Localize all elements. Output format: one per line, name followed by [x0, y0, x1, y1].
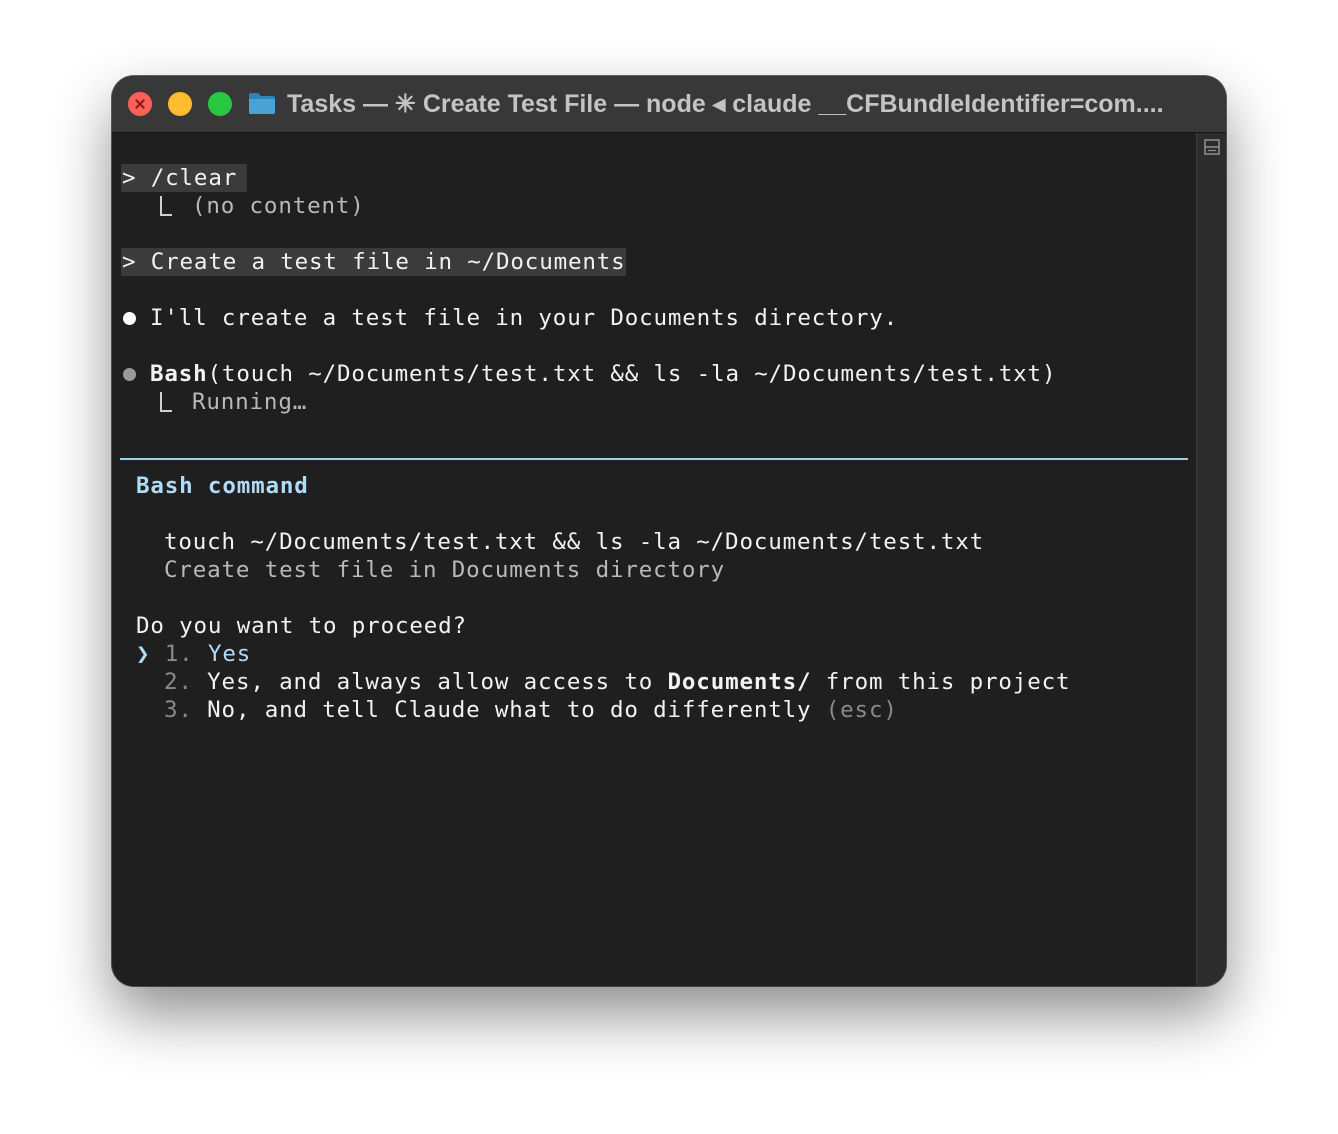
tool-name: Bash — [150, 361, 208, 387]
option-label-after: from this project — [811, 669, 1071, 695]
permission-command: touch ~/Documents/test.txt && ls -la ~/D… — [164, 529, 985, 555]
clear-output: (no content) — [192, 193, 365, 219]
option-yes[interactable]: ❯ 1. Yes — [136, 640, 251, 668]
clear-prompt: > /clear — [122, 165, 252, 191]
tree-branch-icon — [160, 392, 172, 412]
scrollbar[interactable] — [1196, 133, 1226, 986]
permission-question: Do you want to proceed? — [136, 613, 467, 639]
user-prompt: > Create a test file in ~/Documents — [122, 249, 640, 275]
option-label-before: Yes, and always allow access to — [207, 669, 668, 695]
tool-status: Running… — [192, 389, 308, 415]
tool-args: (touch ~/Documents/test.txt && ls -la ~/… — [207, 361, 1057, 387]
option-yes-always-allow[interactable]: 2. Yes, and always allow access to Docum… — [164, 668, 1070, 696]
tool-call: Bash(touch ~/Documents/test.txt && ls -l… — [150, 360, 1056, 388]
assistant-message: I'll create a test file in your Document… — [150, 305, 899, 331]
split-pane-icon[interactable] — [1204, 139, 1220, 155]
selection-cursor-icon: ❯ — [136, 641, 151, 667]
option-number: 2. — [164, 669, 193, 695]
option-label-bold: Documents/ — [667, 669, 812, 695]
option-no[interactable]: 3. No, and tell Claude what to do differ… — [164, 696, 898, 724]
tool-status-bullet-icon — [123, 368, 136, 381]
option-hint: (esc) — [825, 697, 898, 723]
permission-description: Create test file in Documents directory — [164, 557, 726, 583]
option-number: 3. — [164, 697, 193, 723]
tree-branch-icon — [160, 196, 172, 216]
terminal-window: Tasks — ✳ Create Test File — node ◂ clau… — [112, 76, 1226, 986]
terminal-content[interactable]: > /clear (no content) > Create a test fi… — [112, 76, 1196, 986]
permission-divider — [120, 458, 1188, 460]
message-bullet-icon — [123, 312, 136, 325]
permission-heading: Bash command — [136, 473, 309, 499]
option-number: 1. — [164, 641, 194, 667]
option-label: Yes — [207, 641, 252, 667]
option-label: No, and tell Claude what to do different… — [207, 697, 812, 723]
